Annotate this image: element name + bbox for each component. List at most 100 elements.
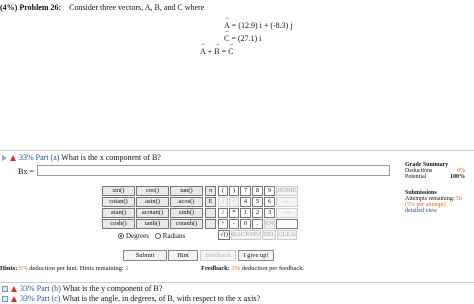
function-key[interactable]: cos() xyxy=(136,186,169,196)
keypad-key[interactable]: → xyxy=(276,208,298,218)
function-key[interactable]: tan() xyxy=(170,186,203,196)
feedback-bar: Feedback: 3% deduction per feedback. xyxy=(201,265,304,272)
degrees-label: Degrees xyxy=(126,232,149,240)
keypad-key[interactable]: 0 xyxy=(240,219,251,229)
part-c-question: What is the angle, in degrees, of B, wit… xyxy=(62,294,261,303)
feedback-label: Feedback: xyxy=(201,265,230,272)
keypad-key[interactable]: / xyxy=(218,208,228,218)
keypad-key[interactable]: 3 xyxy=(264,208,275,218)
constant-key[interactable]: π xyxy=(205,186,216,196)
keypad-key[interactable]: - xyxy=(229,219,239,229)
keypad-key[interactable]: . xyxy=(252,219,263,229)
angle-mode: Degrees Radians xyxy=(118,232,185,240)
keypad-key[interactable]: HOME xyxy=(276,186,298,196)
keypad-key[interactable]: 5 xyxy=(252,197,263,207)
expand-icon xyxy=(2,296,8,303)
function-key[interactable]: sin() xyxy=(102,186,135,196)
potential-label: Potential xyxy=(405,174,427,180)
function-key[interactable]: cotanh() xyxy=(170,219,203,229)
equation-c-rhs: = (27.1) i xyxy=(231,34,262,43)
problem-statement: Consider three vectors, A, B, and C wher… xyxy=(69,3,205,12)
feedback-percent: 3% xyxy=(231,265,241,272)
keypad-key[interactable]: * xyxy=(229,208,239,218)
function-key[interactable]: sinh() xyxy=(170,208,203,218)
keypad-key[interactable]: 6 xyxy=(264,197,275,207)
keypad-key[interactable]: + xyxy=(218,219,228,229)
keypad-key[interactable]: 9 xyxy=(264,186,275,196)
keypad-key[interactable]: BACKSPACE xyxy=(231,230,261,240)
hints-percent: 5% xyxy=(18,265,28,272)
constant-key[interactable]: E xyxy=(205,197,216,207)
feedback-text: deduction per feedback. xyxy=(241,265,305,272)
hints-label: Hints: xyxy=(0,265,18,272)
keypad-key[interactable]: 4 xyxy=(240,197,251,207)
function-key[interactable]: cotan() xyxy=(102,197,135,207)
warning-icon xyxy=(11,296,17,303)
sum-plus: + xyxy=(207,47,213,56)
attempts-value: 50 xyxy=(456,196,462,202)
degrees-radio[interactable] xyxy=(118,233,124,240)
sum-a-symbol: A xyxy=(200,41,206,56)
divider xyxy=(0,282,474,283)
keypad-key[interactable]: CLEAR xyxy=(277,230,297,240)
keypad-key[interactable]: 1 xyxy=(240,208,251,218)
problem-header: (4%) Problem 26: Consider three vectors,… xyxy=(0,3,204,12)
problem-title: Problem 26: xyxy=(19,3,62,12)
function-key[interactable]: atan() xyxy=(102,208,135,218)
part-b-percent: 33% Part (b) xyxy=(20,284,61,293)
sum-c-symbol: C xyxy=(228,41,234,56)
equation-a-rhs: = (12.9) i + (-8.3) j xyxy=(231,21,293,30)
hints-text: deduction per hint. Hints remaining: xyxy=(29,265,124,272)
keypad-key[interactable]: ↑ xyxy=(218,197,228,207)
sum-equals: = xyxy=(221,47,227,56)
part-b-header[interactable]: 33% Part (b) What is the y component of … xyxy=(2,284,162,293)
answer-label: Bx = xyxy=(18,167,34,176)
function-key[interactable]: tanh() xyxy=(136,219,169,229)
feedback-button[interactable]: Feedback xyxy=(200,250,236,261)
warning-icon xyxy=(11,286,17,293)
divider xyxy=(0,150,474,151)
function-key[interactable]: acos() xyxy=(170,197,203,207)
function-key[interactable]: acotan() xyxy=(136,208,169,218)
part-c-percent: 33% Part (c) xyxy=(20,294,61,303)
keypad-key[interactable]: ) xyxy=(229,186,239,196)
part-c-header[interactable]: 33% Part (c) What is the angle, in degre… xyxy=(2,294,260,303)
expand-icon xyxy=(2,286,8,293)
hints-bar: Hints: 5% deduction per hint. Hints rema… xyxy=(0,265,129,272)
potential-value: 100% xyxy=(450,174,465,180)
constant-key[interactable] xyxy=(205,219,216,229)
keypad-key[interactable] xyxy=(276,219,298,229)
give-up-button[interactable]: I give up! xyxy=(238,250,274,261)
radians-label: Radians xyxy=(162,232,186,240)
keypad-key[interactable]: √() xyxy=(218,230,230,240)
part-a-percent: 33% Part (a) xyxy=(19,153,60,162)
sum-b-symbol: B xyxy=(214,41,220,56)
detailed-view-link[interactable]: detailed view xyxy=(405,208,462,214)
warning-icon xyxy=(10,155,16,162)
hint-button[interactable]: Hint xyxy=(168,250,198,261)
equation-sum: A + B = C xyxy=(200,41,235,56)
keypad-key[interactable]: ← xyxy=(276,197,298,207)
keypad-key[interactable]: 8 xyxy=(252,186,263,196)
function-key[interactable]: asin() xyxy=(136,197,169,207)
keypad-key[interactable]: ^ xyxy=(229,197,239,207)
part-a-question: What is the x component of B? xyxy=(61,153,161,162)
keypad-key[interactable]: END xyxy=(264,219,275,229)
constant-key[interactable] xyxy=(205,208,216,218)
submissions-panel: Submissions Attempts remaining: 50 (5% p… xyxy=(405,190,462,214)
expand-icon xyxy=(2,155,7,162)
keypad-key[interactable]: DEL xyxy=(262,230,276,240)
answer-input[interactable] xyxy=(37,165,390,176)
problem-percent: (4%) xyxy=(0,3,18,12)
equation-a: A = (12.9) i + (-8.3) j xyxy=(224,15,293,30)
part-b-question: What is the y component of B? xyxy=(62,284,163,293)
submit-button[interactable]: Submit xyxy=(123,250,167,261)
grade-summary: Grade Summary Deductions 0% Potential 100% xyxy=(405,162,465,180)
function-key[interactable]: cosh() xyxy=(102,219,135,229)
part-a-header[interactable]: 33% Part (a) What is the x component of … xyxy=(2,153,161,162)
keypad-key[interactable]: 7 xyxy=(240,186,251,196)
hints-remaining: 1 xyxy=(125,265,129,272)
keypad-key[interactable]: ( xyxy=(218,186,228,196)
radians-radio[interactable] xyxy=(154,233,161,240)
keypad-key[interactable]: 2 xyxy=(252,208,263,218)
